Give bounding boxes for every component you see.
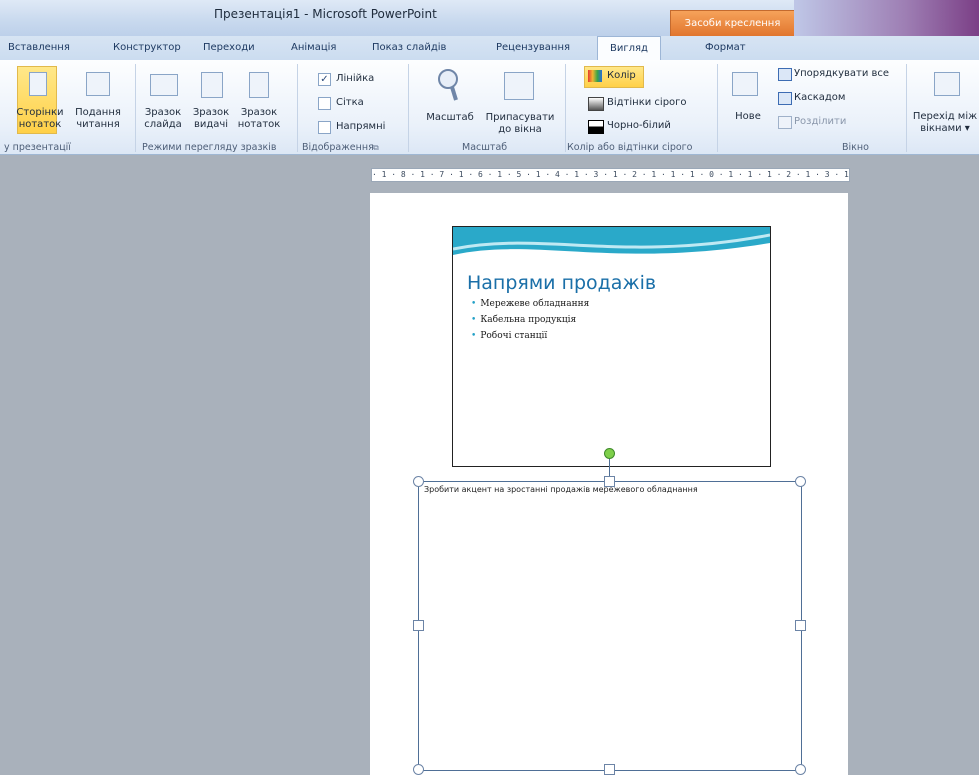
black-white-label[interactable]: Чорно-білий [607, 120, 671, 132]
tab-format[interactable]: Формат [705, 42, 746, 53]
gridlines-checkbox[interactable] [318, 97, 331, 110]
resize-handle-bottom-right[interactable] [795, 764, 806, 775]
tab-review[interactable]: Рецензування [496, 42, 570, 53]
ruler-checkbox[interactable]: ✓ [318, 73, 331, 86]
tab-transitions[interactable]: Переходи [203, 42, 255, 53]
resize-handle-bottom-left[interactable] [413, 764, 424, 775]
notes-page-label-1: Сторінки [16, 107, 64, 118]
color-label: Колір [607, 70, 636, 81]
group-separator [565, 64, 566, 152]
slide-title: Напрями продажів [467, 272, 657, 294]
slide-header-wave [453, 227, 770, 267]
tab-view[interactable]: Вигляд [597, 36, 661, 61]
gridlines-label[interactable]: Сітка [336, 97, 364, 109]
slide-master-label-2[interactable]: слайда [140, 119, 186, 131]
fit-window-label-1[interactable]: Припасувати [480, 112, 560, 124]
horizontal-ruler: · 1 · 8 · 1 · 7 · 1 · 6 · 1 · 5 · 1 · 4 … [371, 168, 850, 182]
slide-bullet: Кабельна продукція [471, 315, 576, 325]
switch-windows-label-1[interactable]: Перехід між [912, 111, 978, 123]
group-separator [717, 64, 718, 152]
resize-handle-left[interactable] [413, 620, 424, 631]
dialog-launcher-icon[interactable]: ⧉ [373, 143, 379, 153]
group-label-show: Відображення [302, 142, 374, 153]
group-label-color: Колір або відтінки сірого [567, 142, 693, 153]
tab-insert[interactable]: Вставлення [8, 42, 70, 53]
arrange-all-icon[interactable] [778, 68, 792, 81]
reading-view-icon[interactable] [86, 72, 110, 96]
zoom-label[interactable]: Масштаб [422, 112, 478, 124]
guides-checkbox[interactable] [318, 121, 331, 134]
title-bar-decoration [794, 0, 979, 36]
notes-text-box[interactable] [418, 481, 802, 771]
grayscale-icon[interactable] [588, 97, 604, 111]
reading-view-label-1[interactable]: Подання [72, 107, 124, 119]
group-separator [135, 64, 136, 152]
slide-thumbnail[interactable]: Напрями продажів Мережеве обладнання Каб… [452, 226, 771, 467]
slide-master-icon[interactable] [150, 74, 178, 96]
arrange-all-label[interactable]: Упорядкувати все [794, 68, 889, 80]
group-label-window: Вікно [842, 142, 869, 153]
ribbon-tabs: Вставлення Конструктор Переходи Анімація… [0, 36, 979, 61]
slide-bullet: Мережеве обладнання [471, 299, 589, 309]
group-label-master-views: Режими перегляду зразків [142, 142, 277, 153]
window-title: Презентація1 - Microsoft PowerPoint [214, 7, 437, 21]
notes-master-icon[interactable] [249, 72, 269, 98]
tab-design[interactable]: Конструктор [113, 42, 181, 53]
resize-handle-right[interactable] [795, 620, 806, 631]
resize-handle-top[interactable] [604, 476, 615, 487]
handout-master-icon[interactable] [201, 72, 223, 98]
zoom-icon[interactable] [436, 67, 462, 103]
tab-slideshow[interactable]: Показ слайдів [372, 42, 446, 53]
tab-animations[interactable]: Анімація [291, 42, 336, 53]
resize-handle-top-right[interactable] [795, 476, 806, 487]
split-label[interactable]: Розділити [794, 116, 846, 128]
split-icon[interactable] [778, 116, 792, 129]
new-window-label[interactable]: Нове [726, 111, 770, 123]
grayscale-label[interactable]: Відтінки сірого [607, 97, 687, 109]
notes-master-label-2[interactable]: нотаток [236, 119, 282, 131]
group-separator [906, 64, 907, 152]
context-tab-drawing-tools[interactable]: Засоби креслення [670, 10, 795, 37]
ruler-label[interactable]: Лінійка [336, 73, 374, 85]
slide-bullet: Робочі станції [471, 331, 547, 341]
rotation-handle[interactable] [604, 448, 615, 459]
guides-label[interactable]: Напрямні [336, 121, 385, 133]
cascade-label[interactable]: Каскадом [794, 92, 845, 104]
fit-window-icon[interactable] [504, 72, 534, 100]
switch-windows-icon[interactable] [934, 72, 960, 96]
switch-windows-label-2[interactable]: вікнами ▾ [912, 123, 978, 135]
handout-master-label-1[interactable]: Зразок [188, 107, 234, 119]
group-separator [408, 64, 409, 152]
handout-master-label-2[interactable]: видачі [188, 119, 234, 131]
slide-master-label-1[interactable]: Зразок [140, 107, 186, 119]
notes-text[interactable]: Зробити акцент на зростанні продажів мер… [424, 485, 698, 494]
group-separator [297, 64, 298, 152]
cascade-icon[interactable] [778, 92, 792, 105]
notes-page-label-2: нотаток [18, 119, 62, 130]
reading-view-label-2[interactable]: читання [72, 119, 124, 131]
new-window-icon[interactable] [732, 72, 758, 96]
resize-handle-bottom[interactable] [604, 764, 615, 775]
notes-page-icon [29, 72, 47, 96]
color-icon [588, 70, 602, 82]
group-label-zoom: Масштаб [462, 142, 508, 153]
group-label-presentation-views: у презентації [4, 142, 71, 153]
black-white-icon[interactable] [588, 120, 604, 134]
fit-window-label-2[interactable]: до вікна [480, 124, 560, 136]
notes-master-label-1[interactable]: Зразок [236, 107, 282, 119]
resize-handle-top-left[interactable] [413, 476, 424, 487]
